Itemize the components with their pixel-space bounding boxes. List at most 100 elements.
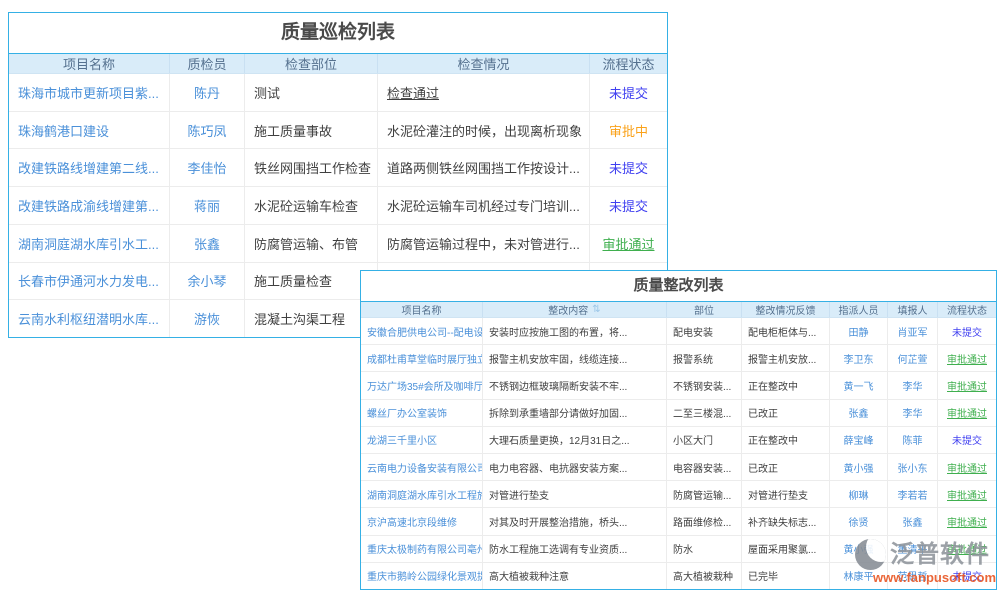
- cell-content: 对管进行垫支: [483, 481, 667, 507]
- cell-content: 高大植被栽种注意: [483, 563, 667, 589]
- table-row: 珠海鹤港口建设陈巧凤施工质量事故水泥砼灌注的时候，出现离析现象审批中: [9, 112, 667, 150]
- cell-project[interactable]: 云南水利枢纽潜明水库...: [9, 300, 170, 337]
- cell-project[interactable]: 龙湖三千里小区: [361, 427, 483, 453]
- cell-inspector[interactable]: 陈巧凤: [170, 112, 245, 149]
- sort-icon[interactable]: ⇅: [592, 304, 600, 315]
- cell-inspector[interactable]: 蒋丽: [170, 187, 245, 224]
- cell-project[interactable]: 螺丝厂办公室装饰: [361, 400, 483, 426]
- cell-assignee[interactable]: 张鑫: [830, 400, 888, 426]
- table-row: 重庆太极制药有限公司亳州中...防水工程施工选调有专业资质...防水屋面采用聚氯…: [361, 536, 996, 563]
- cell-status[interactable]: 审批通过: [938, 508, 996, 534]
- column-header-label: 检查情况: [457, 54, 509, 73]
- cell-situation: 防腐管运输过程中，未对管进行...: [378, 225, 590, 262]
- table-row: 改建铁路成渝线增建第...蒋丽水泥砼运输车检查水泥砼运输车司机经过专门培训...…: [9, 187, 667, 225]
- column-header-label: 指派人员: [839, 302, 879, 317]
- cell-content: 报警主机安放牢固，线缆连接...: [483, 345, 667, 371]
- cell-part: 高大植被栽种: [667, 563, 742, 589]
- cell-project[interactable]: 京沪高速北京段维修: [361, 508, 483, 534]
- cell-filler[interactable]: 李华: [888, 372, 938, 398]
- cell-assignee[interactable]: 柳琳: [830, 481, 888, 507]
- cell-project[interactable]: 湖南洞庭湖水库引水工程施工标: [361, 481, 483, 507]
- cell-status[interactable]: 审批通过: [590, 225, 667, 262]
- column-header-label: 整改情况反馈: [756, 302, 816, 317]
- cell-assignee[interactable]: 徐贤: [830, 508, 888, 534]
- cell-status[interactable]: 审批通过: [938, 454, 996, 480]
- cell-status[interactable]: 未提交: [590, 187, 667, 224]
- cell-assignee[interactable]: 薛宝峰: [830, 427, 888, 453]
- cell-filler[interactable]: 董清平: [888, 536, 938, 562]
- cell-feedback: 已改正: [742, 400, 830, 426]
- cell-content: 防水工程施工选调有专业资质...: [483, 536, 667, 562]
- cell-assignee[interactable]: 黄一飞: [830, 372, 888, 398]
- cell-filler[interactable]: 范思哲: [888, 563, 938, 589]
- cell-project[interactable]: 安徽合肥供电公司--配电设备...: [361, 318, 483, 344]
- cell-filler[interactable]: 张鑫: [888, 508, 938, 534]
- cell-status[interactable]: 未提交: [938, 427, 996, 453]
- cell-status[interactable]: 审批通过: [938, 345, 996, 371]
- cell-project[interactable]: 湖南洞庭湖水库引水工...: [9, 225, 170, 262]
- cell-status[interactable]: 审批通过: [938, 536, 996, 562]
- cell-inspector[interactable]: 游恢: [170, 300, 245, 337]
- cell-project[interactable]: 珠海市城市更新项目紫...: [9, 74, 170, 111]
- rectification-table-body: 安徽合肥供电公司--配电设备...安装时应按施工图的布置，将...配电安装配电柜…: [361, 318, 996, 589]
- cell-filler[interactable]: 李若若: [888, 481, 938, 507]
- cell-project[interactable]: 成都杜甫草堂临时展厅独立展...: [361, 345, 483, 371]
- cell-content: 电力电容器、电抗器安装方案...: [483, 454, 667, 480]
- cell-inspector[interactable]: 余小琴: [170, 263, 245, 300]
- cell-filler[interactable]: 肖亚军: [888, 318, 938, 344]
- cell-project[interactable]: 重庆市鹅岭公园绿化景观提升...: [361, 563, 483, 589]
- cell-filler[interactable]: 何芷萱: [888, 345, 938, 371]
- table-row: 万达广场35#会所及咖啡厅空...不锈钢边框玻璃隔断安装不牢...不锈钢安装..…: [361, 372, 996, 399]
- table-row: 龙湖三千里小区大理石质量更换，12月31日之...小区大门正在整改中薛宝峰陈菲未…: [361, 427, 996, 454]
- cell-assignee[interactable]: 林康平: [830, 563, 888, 589]
- column-header-label: 项目名称: [402, 302, 442, 317]
- cell-status[interactable]: 未提交: [590, 74, 667, 111]
- cell-feedback: 补齐缺失标志...: [742, 508, 830, 534]
- cell-status[interactable]: 审批通过: [938, 400, 996, 426]
- cell-assignee[interactable]: 李卫东: [830, 345, 888, 371]
- cell-filler[interactable]: 李华: [888, 400, 938, 426]
- cell-part: 小区大门: [667, 427, 742, 453]
- table-row: 螺丝厂办公室装饰拆除到承重墙部分请做好加固...二至三楼混...已改正张鑫李华审…: [361, 400, 996, 427]
- cell-status[interactable]: 未提交: [590, 149, 667, 186]
- cell-content: 大理石质量更换，12月31日之...: [483, 427, 667, 453]
- cell-feedback: 正在整改中: [742, 372, 830, 398]
- cell-part: 防腐管运输...: [667, 481, 742, 507]
- cell-project[interactable]: 改建铁路成渝线增建第...: [9, 187, 170, 224]
- cell-situation: 水泥砼灌注的时候，出现离析现象: [378, 112, 590, 149]
- cell-project[interactable]: 长春市伊通河水力发电...: [9, 263, 170, 300]
- cell-inspector[interactable]: 李佳怡: [170, 149, 245, 186]
- cell-project[interactable]: 重庆太极制药有限公司亳州中...: [361, 536, 483, 562]
- column-header: 流程状态: [590, 54, 667, 73]
- cell-filler[interactable]: 张小东: [888, 454, 938, 480]
- column-header: 整改内容⇅: [483, 302, 667, 317]
- column-header: 项目名称: [9, 54, 170, 73]
- cell-content: 对其及时开展整治措施，桥头...: [483, 508, 667, 534]
- cell-status[interactable]: 审批通过: [938, 481, 996, 507]
- cell-status[interactable]: 未提交: [938, 563, 996, 589]
- cell-project[interactable]: 改建铁路线增建第二线...: [9, 149, 170, 186]
- cell-project[interactable]: 云南电力设备安装有限公司20...: [361, 454, 483, 480]
- column-header: 指派人员: [830, 302, 888, 317]
- column-header-label: 质检员: [187, 54, 226, 73]
- cell-part: 施工质量事故: [245, 112, 378, 149]
- column-header: 质检员: [170, 54, 245, 73]
- cell-assignee[interactable]: 黄小强: [830, 536, 888, 562]
- cell-project[interactable]: 珠海鹤港口建设: [9, 112, 170, 149]
- cell-part: 配电安装: [667, 318, 742, 344]
- cell-status[interactable]: 未提交: [938, 318, 996, 344]
- cell-filler[interactable]: 陈菲: [888, 427, 938, 453]
- cell-assignee[interactable]: 黄小强: [830, 454, 888, 480]
- cell-inspector[interactable]: 张鑫: [170, 225, 245, 262]
- cell-inspector[interactable]: 陈丹: [170, 74, 245, 111]
- cell-project[interactable]: 万达广场35#会所及咖啡厅空...: [361, 372, 483, 398]
- cell-part: 水泥砼运输车检查: [245, 187, 378, 224]
- column-header-label: 流程状态: [602, 54, 654, 73]
- table-row: 改建铁路线增建第二线...李佳怡铁丝网围挡工作检查道路两侧铁丝网围挡工作按设计.…: [9, 149, 667, 187]
- cell-assignee[interactable]: 田静: [830, 318, 888, 344]
- cell-situation[interactable]: 检查通过: [378, 74, 590, 111]
- cell-status[interactable]: 审批中: [590, 112, 667, 149]
- cell-status[interactable]: 审批通过: [938, 372, 996, 398]
- column-header-label: 部位: [694, 302, 714, 317]
- cell-part: 混凝土沟渠工程: [245, 300, 378, 337]
